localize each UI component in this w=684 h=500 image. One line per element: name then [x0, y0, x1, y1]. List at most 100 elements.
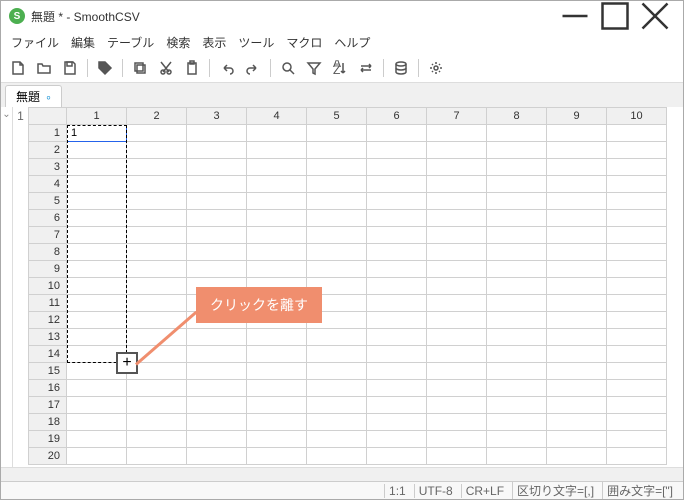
cell[interactable] [247, 295, 307, 312]
cell[interactable] [487, 329, 547, 346]
cell[interactable] [547, 176, 607, 193]
cell[interactable] [247, 329, 307, 346]
cell[interactable] [307, 431, 367, 448]
horizontal-scrollbar[interactable] [1, 467, 683, 481]
cell[interactable] [487, 244, 547, 261]
cell[interactable] [487, 261, 547, 278]
cell[interactable] [487, 142, 547, 159]
cell[interactable] [367, 159, 427, 176]
column-header[interactable]: 4 [247, 108, 307, 125]
cell[interactable] [487, 278, 547, 295]
column-header[interactable]: 3 [187, 108, 247, 125]
cell[interactable] [247, 125, 307, 142]
cell[interactable] [127, 159, 187, 176]
cell[interactable] [547, 397, 607, 414]
cell[interactable] [247, 210, 307, 227]
cell[interactable] [247, 193, 307, 210]
cell[interactable] [127, 193, 187, 210]
row-header[interactable]: 14 [29, 346, 67, 363]
cell[interactable] [607, 295, 667, 312]
cell[interactable] [67, 312, 127, 329]
cell[interactable] [607, 227, 667, 244]
cell[interactable] [487, 448, 547, 465]
cell[interactable] [427, 397, 487, 414]
cell[interactable] [67, 176, 127, 193]
cell[interactable] [307, 397, 367, 414]
cell[interactable] [547, 431, 607, 448]
cell[interactable] [67, 295, 127, 312]
cell[interactable] [187, 431, 247, 448]
row-header[interactable]: 10 [29, 278, 67, 295]
tab-close-icon[interactable]: ◦ [46, 90, 51, 104]
cell[interactable] [307, 278, 367, 295]
cell[interactable] [547, 380, 607, 397]
cell[interactable] [427, 244, 487, 261]
column-header[interactable]: 6 [367, 108, 427, 125]
cell[interactable] [607, 193, 667, 210]
cell[interactable] [127, 261, 187, 278]
cell[interactable] [307, 210, 367, 227]
menu-item[interactable]: ヘルプ [328, 32, 376, 53]
cell[interactable] [247, 244, 307, 261]
cell[interactable] [427, 125, 487, 142]
row-header[interactable]: 6 [29, 210, 67, 227]
cell[interactable] [607, 244, 667, 261]
row-header[interactable]: 16 [29, 380, 67, 397]
cell[interactable] [247, 414, 307, 431]
cell[interactable] [547, 363, 607, 380]
cell[interactable] [307, 295, 367, 312]
cell[interactable] [487, 159, 547, 176]
cell[interactable] [367, 278, 427, 295]
cell[interactable] [187, 244, 247, 261]
cell[interactable] [67, 261, 127, 278]
cell[interactable] [607, 431, 667, 448]
cell[interactable] [247, 261, 307, 278]
cell[interactable] [247, 346, 307, 363]
cell[interactable] [247, 142, 307, 159]
cell[interactable] [367, 414, 427, 431]
cell[interactable] [67, 431, 127, 448]
cell[interactable] [487, 210, 547, 227]
paste-icon[interactable] [181, 57, 203, 79]
menu-item[interactable]: マクロ [280, 32, 328, 53]
row-header[interactable]: 9 [29, 261, 67, 278]
cell[interactable] [247, 380, 307, 397]
cell[interactable] [367, 312, 427, 329]
cell[interactable] [367, 261, 427, 278]
row-header[interactable]: 11 [29, 295, 67, 312]
cell[interactable] [307, 380, 367, 397]
search-icon[interactable] [277, 57, 299, 79]
cell[interactable] [307, 193, 367, 210]
cell[interactable] [607, 448, 667, 465]
cell[interactable] [127, 346, 187, 363]
cell[interactable] [607, 210, 667, 227]
cell[interactable] [427, 142, 487, 159]
row-header[interactable]: 5 [29, 193, 67, 210]
cell[interactable] [307, 346, 367, 363]
menu-item[interactable]: 編集 [65, 32, 101, 53]
cell[interactable] [427, 312, 487, 329]
cell[interactable] [547, 261, 607, 278]
cell[interactable] [547, 448, 607, 465]
column-header[interactable]: 2 [127, 108, 187, 125]
cell[interactable] [307, 176, 367, 193]
row-header[interactable]: 12 [29, 312, 67, 329]
cell[interactable] [367, 380, 427, 397]
cell[interactable] [487, 414, 547, 431]
menu-item[interactable]: ファイル [5, 32, 65, 53]
cell[interactable] [487, 295, 547, 312]
cell[interactable] [67, 210, 127, 227]
cell[interactable] [367, 329, 427, 346]
cell[interactable] [187, 312, 247, 329]
cell[interactable] [427, 363, 487, 380]
cell[interactable] [547, 295, 607, 312]
cell[interactable] [367, 295, 427, 312]
cell[interactable] [607, 125, 667, 142]
cell[interactable] [427, 193, 487, 210]
cell[interactable] [127, 431, 187, 448]
cell[interactable] [247, 159, 307, 176]
column-header[interactable]: 7 [427, 108, 487, 125]
row-header[interactable]: 18 [29, 414, 67, 431]
cell[interactable] [607, 414, 667, 431]
cell[interactable] [367, 193, 427, 210]
